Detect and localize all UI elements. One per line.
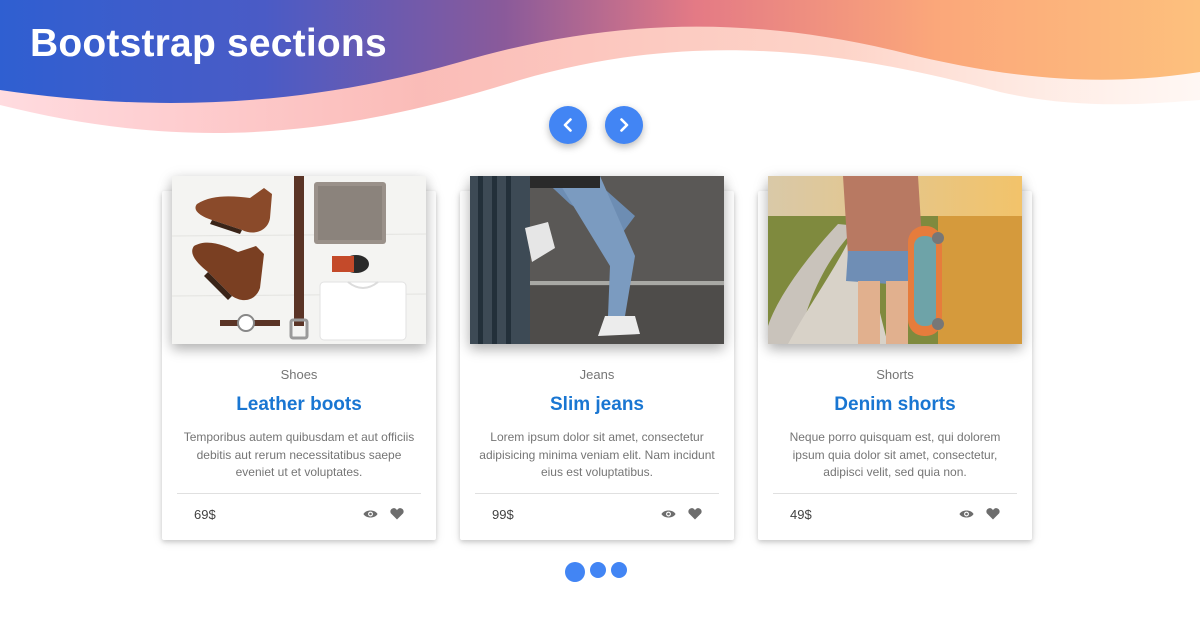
heart-icon[interactable] — [390, 507, 404, 520]
heart-icon[interactable] — [986, 507, 1000, 520]
card-description: Neque porro quisquam est, qui dolorem ip… — [789, 430, 1001, 479]
card-category: Jeans — [579, 367, 615, 382]
card-divider — [177, 493, 421, 494]
page-title: Bootstrap sections — [30, 22, 387, 65]
eye-icon[interactable] — [959, 508, 974, 520]
product-card: Jeans Slim jeans Lorem ipsum dolor sit a… — [460, 176, 734, 540]
card-title[interactable]: Denim shorts — [758, 394, 1032, 416]
chevron-left-icon — [563, 118, 572, 132]
carousel-indicator-1[interactable] — [565, 562, 585, 582]
eye-icon[interactable] — [661, 508, 676, 520]
product-image[interactable] — [470, 176, 724, 344]
card-price: 99$ — [492, 507, 514, 522]
card-title[interactable]: Slim jeans — [460, 394, 734, 416]
card-description: Temporibus autem quibusdam et aut offici… — [183, 430, 415, 479]
card-category: Shorts — [876, 367, 914, 382]
card-price: 69$ — [194, 507, 216, 522]
chevron-right-icon — [620, 118, 629, 132]
card-category: Shoes — [280, 367, 318, 382]
card-divider — [475, 493, 719, 494]
card-divider — [773, 493, 1017, 494]
carousel-indicator-3[interactable] — [611, 562, 627, 578]
product-image[interactable] — [768, 176, 1022, 344]
card-title[interactable]: Leather boots — [162, 394, 436, 416]
carousel-indicator-2[interactable] — [590, 562, 606, 578]
eye-icon[interactable] — [363, 508, 378, 520]
product-card: Shoes Leather boots Temporibus autem qui… — [162, 176, 436, 540]
carousel-prev-button[interactable] — [549, 106, 587, 144]
heart-icon[interactable] — [688, 507, 702, 520]
card-price: 49$ — [790, 507, 812, 522]
card-description: Lorem ipsum dolor sit amet, consectetur … — [479, 430, 715, 479]
product-image[interactable] — [172, 176, 426, 344]
carousel-next-button[interactable] — [605, 106, 643, 144]
product-card: Shorts Denim shorts Neque porro quisquam… — [758, 176, 1032, 540]
